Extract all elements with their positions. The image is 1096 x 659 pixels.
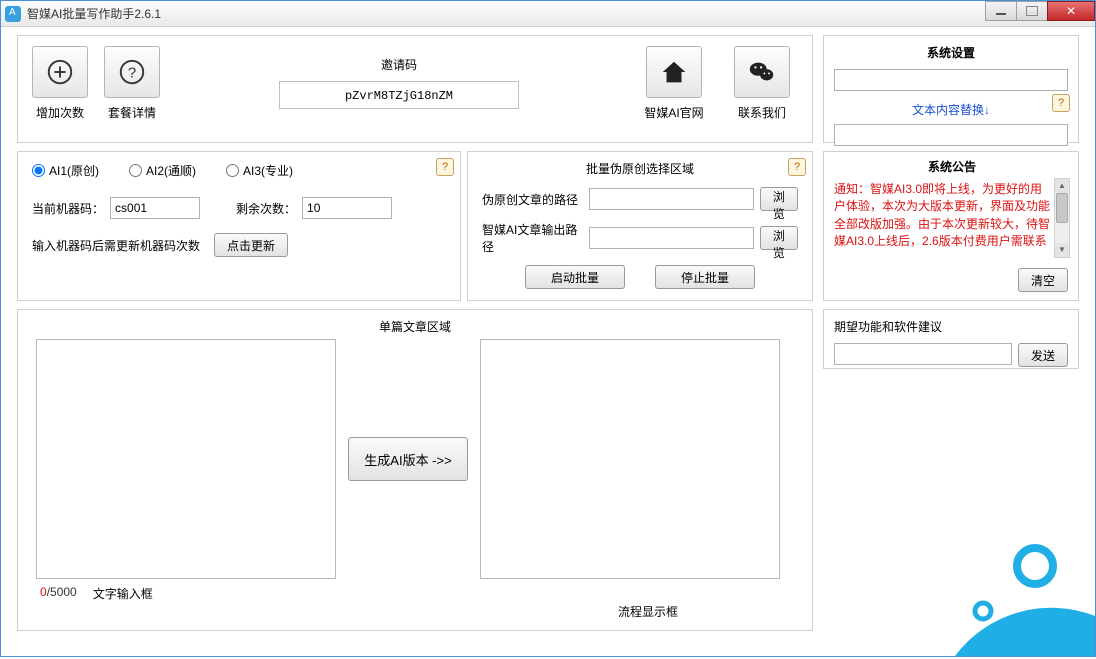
title-bar: 智媒AI批量写作助手2.6.1 [1, 1, 1095, 27]
decorative-bubbles [835, 496, 1095, 656]
batch-src-browse[interactable]: 浏览 [760, 187, 798, 211]
notice-clear-button[interactable]: 清空 [1018, 268, 1068, 292]
batch-help-button[interactable]: ? [788, 158, 806, 176]
notice-scroll: 通知：智媒AI3.0即将上线，为更好的用户体验，本次为大版本更新，界面及功能全部… [834, 181, 1070, 261]
app-window: 智媒AI批量写作助手2.6.1 增加次数 ? 套餐详情 [0, 0, 1096, 657]
batch-src-input[interactable] [589, 188, 754, 210]
batch-out-browse[interactable]: 浏览 [760, 226, 798, 250]
text-replace-link[interactable]: 文本内容替换↓ [834, 101, 1068, 118]
toolbar-group: 增加次数 ? 套餐详情 邀请码 pZvrM8TZjG18nZM [17, 35, 813, 143]
ai1-label: AI1(原创) [49, 162, 99, 179]
ai2-radio-input[interactable] [129, 164, 142, 177]
contact-us-button[interactable] [734, 46, 790, 98]
ai1-radio-input[interactable] [32, 164, 45, 177]
char-max: /5000 [47, 585, 77, 599]
notice-group: 系统公告 通知：智媒AI3.0即将上线，为更好的用户体验，本次为大版本更新，界面… [823, 151, 1079, 301]
notice-title: 系统公告 [928, 160, 976, 174]
ai2-radio[interactable]: AI2(通顺) [129, 162, 196, 179]
batch-out-input[interactable] [589, 227, 754, 249]
contact-us-label: 联系我们 [718, 104, 806, 121]
svg-text:?: ? [128, 65, 136, 82]
remaining-label: 剩余次数： [236, 200, 296, 217]
char-counter: 0/5000 [40, 585, 77, 602]
plus-icon [45, 57, 75, 87]
app-icon [5, 6, 21, 22]
ai3-radio[interactable]: AI3(专业) [226, 162, 293, 179]
char-current: 0 [40, 585, 47, 599]
article-group: 单篇文章区域 生成AI版本 ->> 0/5000 文字输入框 流程显示框 [17, 309, 813, 631]
settings-help-button[interactable]: ? [1052, 94, 1070, 112]
add-count-button[interactable] [32, 46, 88, 98]
ai3-radio-input[interactable] [226, 164, 239, 177]
notice-scrollbar[interactable]: ▲ ▼ [1054, 178, 1070, 258]
ai-help-button[interactable]: ? [436, 158, 454, 176]
window-title: 智媒AI批量写作助手2.6.1 [27, 5, 161, 22]
official-site-label: 智媒AI官网 [630, 104, 718, 121]
batch-start-button[interactable]: 启动批量 [525, 265, 625, 289]
window-controls [986, 1, 1095, 21]
invite-label: 邀请码 [168, 56, 630, 73]
ai-mode-group: ? AI1(原创) AI2(通顺) AI3(专业) 当前机器码： 剩余次数： 输… [17, 151, 461, 301]
ai1-radio[interactable]: AI1(原创) [32, 162, 99, 179]
package-detail-button[interactable]: ? [104, 46, 160, 98]
add-count-block: 增加次数 [24, 46, 96, 121]
generate-button[interactable]: 生成AI版本 ->> [348, 437, 468, 481]
add-count-label: 增加次数 [24, 104, 96, 121]
scroll-down-icon[interactable]: ▼ [1055, 243, 1069, 257]
batch-src-label: 伪原创文章的路径 [482, 191, 583, 208]
package-detail-block: ? 套餐详情 [96, 46, 168, 121]
update-button[interactable]: 点击更新 [214, 233, 288, 257]
update-hint: 输入机器码后需更新机器码次数 [32, 237, 200, 254]
invite-column: 邀请码 pZvrM8TZjG18nZM [168, 46, 630, 109]
home-icon [659, 57, 689, 87]
settings-input-1[interactable] [834, 69, 1068, 91]
batch-group: ? 批量伪原创选择区域 伪原创文章的路径 浏览 智媒AI文章输出路径 浏览 启动… [467, 151, 813, 301]
article-title: 单篇文章区域 [18, 318, 812, 335]
package-detail-label: 套餐详情 [96, 104, 168, 121]
scroll-thumb[interactable] [1056, 193, 1068, 223]
batch-out-label: 智媒AI文章输出路径 [482, 221, 583, 255]
settings-input-2[interactable] [834, 124, 1068, 146]
notice-text: 通知：智媒AI3.0即将上线，为更好的用户体验，本次为大版本更新，界面及功能全部… [834, 181, 1054, 251]
contact-us-block: 联系我们 [718, 46, 806, 121]
maximize-button[interactable] [1016, 1, 1048, 21]
scroll-up-icon[interactable]: ▲ [1055, 179, 1069, 193]
settings-title: 系统设置 [927, 46, 975, 60]
minimize-button[interactable] [985, 1, 1017, 21]
batch-stop-button[interactable]: 停止批量 [655, 265, 755, 289]
ai3-label: AI3(专业) [243, 162, 293, 179]
remaining-input[interactable] [302, 197, 392, 219]
suggest-group: 期望功能和软件建议 发送 [823, 309, 1079, 369]
batch-title: 批量伪原创选择区域 [482, 160, 798, 177]
wechat-icon [747, 57, 777, 87]
settings-group: 系统设置 文本内容替换↓ ? [823, 35, 1079, 143]
close-button[interactable] [1047, 1, 1095, 21]
question-icon: ? [117, 57, 147, 87]
invite-code[interactable]: pZvrM8TZjG18nZM [279, 81, 519, 109]
input-box-label: 文字输入框 [93, 585, 153, 602]
suggest-input[interactable] [834, 343, 1012, 365]
official-site-button[interactable] [646, 46, 702, 98]
suggest-send-button[interactable]: 发送 [1018, 343, 1068, 367]
content-area: 增加次数 ? 套餐详情 邀请码 pZvrM8TZjG18nZM [1, 27, 1095, 656]
article-output-textarea[interactable] [480, 339, 780, 579]
flow-box-label: 流程显示框 [618, 603, 678, 620]
suggest-title: 期望功能和软件建议 [834, 318, 1068, 335]
official-site-block: 智媒AI官网 [630, 46, 718, 121]
machine-code-input[interactable] [110, 197, 200, 219]
article-input-textarea[interactable] [36, 339, 336, 579]
ai2-label: AI2(通顺) [146, 162, 196, 179]
machine-code-label: 当前机器码： [32, 200, 104, 217]
